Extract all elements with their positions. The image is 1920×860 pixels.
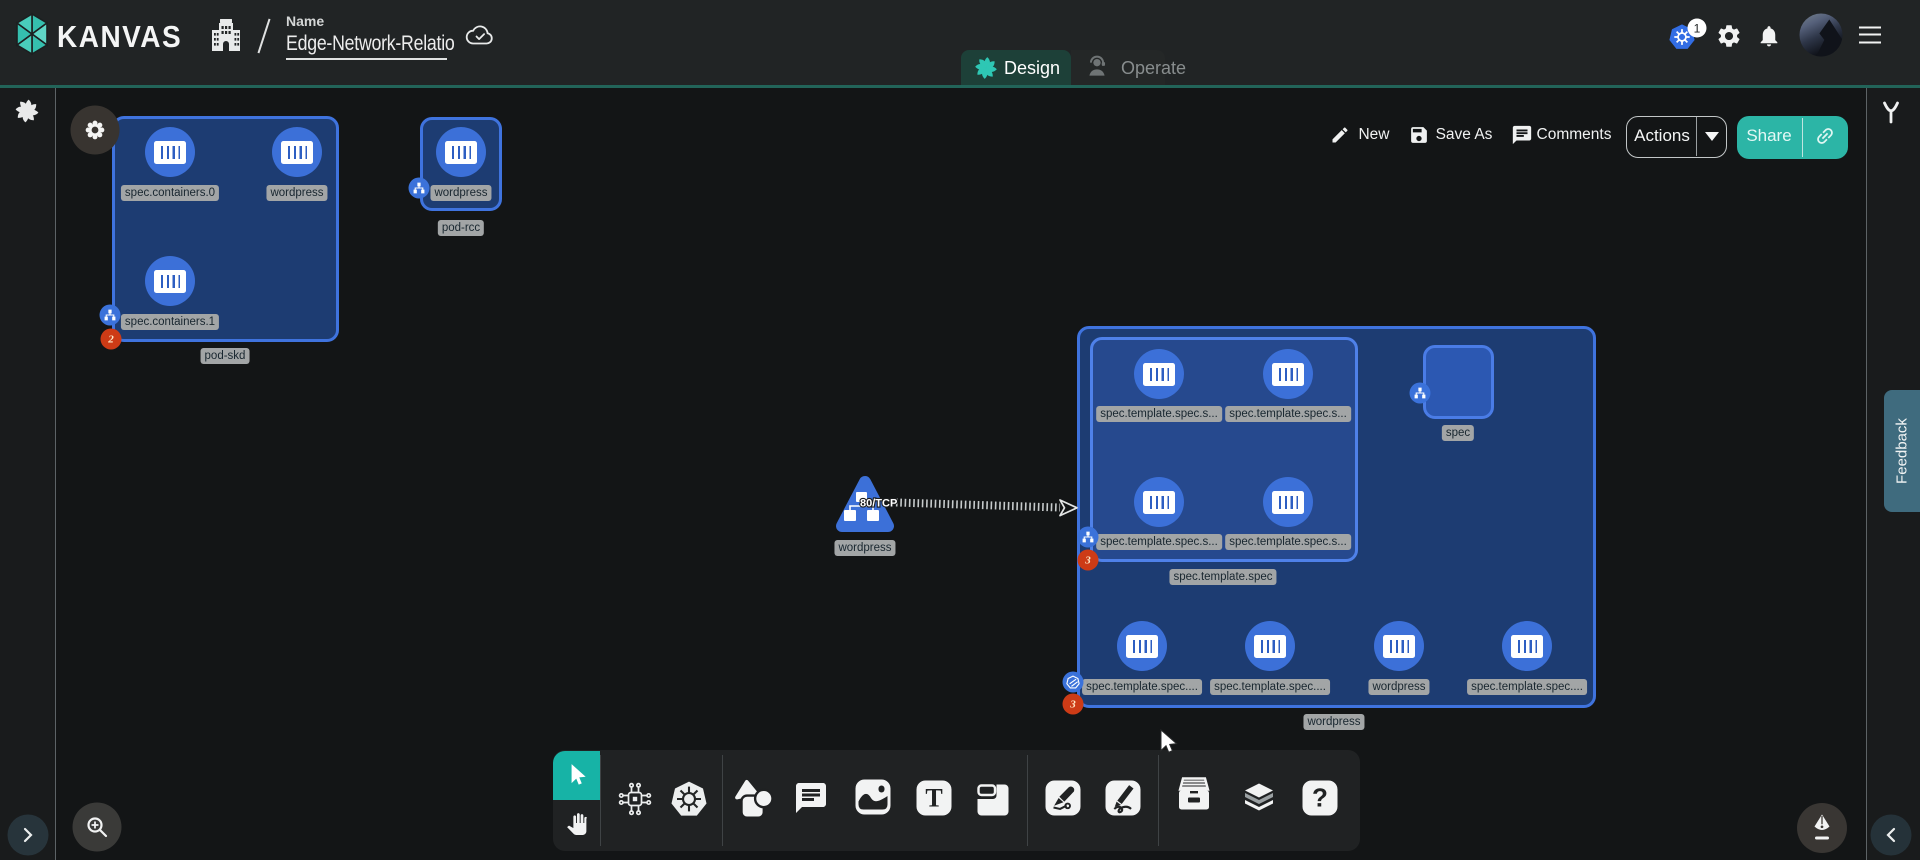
svg-text:80/TCP: 80/TCP xyxy=(860,498,897,510)
